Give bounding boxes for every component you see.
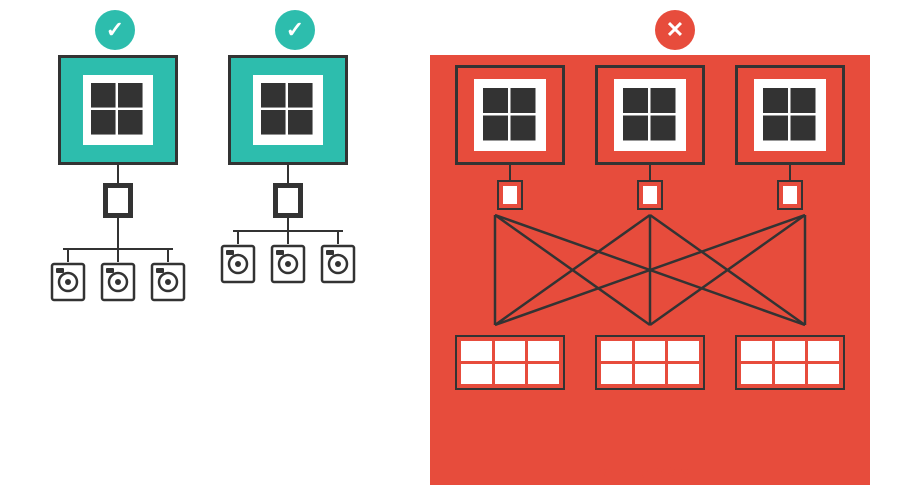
- status-cross: ✕: [655, 10, 695, 50]
- server-red-2: [595, 65, 705, 210]
- scenario-2: [220, 55, 356, 284]
- win-logo-red-1: [474, 79, 546, 151]
- status-check-1: ✓: [95, 10, 135, 50]
- win-logo-red-2: [614, 79, 686, 151]
- servers-row: [440, 65, 860, 210]
- hba-red-2: [637, 180, 663, 210]
- drive-icon: [50, 262, 86, 307]
- drives-tree-2: [220, 218, 356, 284]
- connector-line-1: [117, 165, 119, 183]
- hba-red-1: [497, 180, 523, 210]
- shared-sas-panel: [430, 55, 870, 485]
- cross-connections: [440, 210, 860, 330]
- server-box-1: [58, 55, 178, 165]
- drive-icon: [220, 244, 256, 284]
- drive-icon: [150, 262, 186, 307]
- main-diagram: ✓ ✓ ✕: [0, 0, 900, 501]
- scenario-1: [50, 55, 186, 307]
- status-check-2: ✓: [275, 10, 315, 50]
- hba-2: [273, 183, 303, 218]
- drive-icon: [320, 244, 356, 284]
- server-box-red-2: [595, 65, 705, 165]
- storage-block-1: [455, 335, 565, 390]
- connector-line-1b: [117, 218, 119, 248]
- windows-logo-2: [253, 75, 323, 145]
- windows-logo-1: [83, 75, 153, 145]
- drives-tree-1: [50, 248, 186, 307]
- drive-icon: [100, 262, 136, 307]
- storage-block-2: [595, 335, 705, 390]
- storage-row: [440, 335, 860, 390]
- server-red-3: [735, 65, 845, 210]
- server-box-red-3: [735, 65, 845, 165]
- shared-sas-label: Shared SAS: [597, 465, 689, 483]
- storage-block-3: [735, 335, 845, 390]
- server-box-red-1: [455, 65, 565, 165]
- server-box-2: [228, 55, 348, 165]
- server-red-1: [455, 65, 565, 210]
- drive-icon: [270, 244, 306, 284]
- win-logo-red-3: [754, 79, 826, 151]
- hba-red-3: [777, 180, 803, 210]
- hba-1: [103, 183, 133, 218]
